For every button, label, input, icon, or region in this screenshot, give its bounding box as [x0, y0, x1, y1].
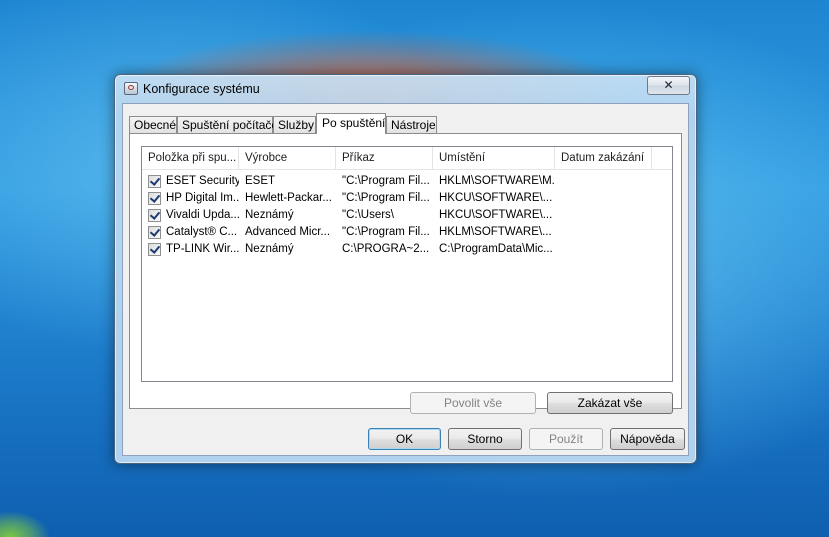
tab-services[interactable]: Služby: [273, 116, 316, 133]
item-vendor: Hewlett-Packar...: [245, 192, 332, 204]
item-vendor: ESET: [245, 175, 276, 187]
item-name: HP Digital Im...: [166, 192, 239, 204]
title-bar[interactable]: Konfigurace systému ✕: [115, 75, 696, 103]
item-vendor: Neznámý: [245, 209, 294, 221]
ok-button[interactable]: OK: [368, 428, 441, 450]
enable-all-button[interactable]: Povolit vše: [410, 392, 536, 414]
startup-items-list[interactable]: Položka při spu... Výrobce Příkaz Umístě…: [141, 146, 673, 382]
item-location: HKLM\SOFTWARE\...: [439, 226, 552, 238]
list-item[interactable]: Vivaldi Upda... Neznámý "C:\Users\ HKCU\…: [142, 207, 672, 224]
item-name: Vivaldi Upda...: [166, 209, 239, 221]
disable-all-button[interactable]: Zakázat vše: [547, 392, 673, 414]
item-command: "C:\Program Fil...: [342, 192, 430, 204]
column-header-item[interactable]: Položka při spu...: [142, 147, 239, 169]
list-item[interactable]: HP Digital Im... Hewlett-Packar... "C:\P…: [142, 190, 672, 207]
item-command: C:\PROGRA~2...: [342, 243, 430, 255]
item-location: HKCU\SOFTWARE\...: [439, 192, 553, 204]
column-header-location[interactable]: Umístění: [433, 147, 555, 169]
item-command: "C:\Program Fil...: [342, 226, 430, 238]
help-button[interactable]: Nápověda: [610, 428, 685, 450]
tab-general[interactable]: Obecné: [129, 116, 177, 133]
tab-tools[interactable]: Nástroje: [386, 116, 437, 133]
item-name: ESET Security: [166, 175, 239, 187]
cancel-button[interactable]: Storno: [448, 428, 522, 450]
item-location: HKCU\SOFTWARE\...: [439, 209, 553, 221]
close-icon: ✕: [663, 78, 674, 92]
tab-startup[interactable]: Po spuštění: [316, 113, 386, 134]
item-vendor: Advanced Micr...: [245, 226, 331, 238]
desktop-wallpaper-accent: [0, 497, 60, 537]
item-vendor: Neznámý: [245, 243, 294, 255]
dialog-client-area: Obecné Spuštění počítače Služby Po spušt…: [122, 103, 689, 456]
item-command: "C:\Program Fil...: [342, 175, 430, 187]
list-item[interactable]: Catalyst® C... Advanced Micr... "C:\Prog…: [142, 224, 672, 241]
list-item[interactable]: TP-LINK Wir... Neznámý C:\PROGRA~2... C:…: [142, 241, 672, 258]
window-title: Konfigurace systému: [143, 82, 260, 96]
item-name: TP-LINK Wir...: [166, 243, 239, 255]
column-header-command[interactable]: Příkaz: [336, 147, 433, 169]
list-item[interactable]: ESET Security ESET "C:\Program Fil... HK…: [142, 173, 672, 190]
item-location: HKLM\SOFTWARE\M...: [439, 175, 555, 187]
column-header-vendor[interactable]: Výrobce: [239, 147, 336, 169]
item-command: "C:\Users\: [342, 209, 395, 221]
close-button[interactable]: ✕: [647, 76, 690, 95]
item-name: Catalyst® C...: [166, 226, 238, 238]
startup-tab-panel: Položka při spu... Výrobce Příkaz Umístě…: [129, 133, 682, 414]
column-header-disabled-date[interactable]: Datum zakázání: [555, 147, 652, 169]
list-header: Položka při spu... Výrobce Příkaz Umístě…: [142, 147, 672, 170]
msconfig-icon: [124, 82, 138, 95]
tab-boot[interactable]: Spuštění počítače: [177, 116, 278, 133]
item-location: C:\ProgramData\Mic...: [439, 243, 553, 255]
apply-button[interactable]: Použít: [529, 428, 603, 450]
msconfig-window: Konfigurace systému ✕ Obecné Spuštění po…: [114, 74, 697, 464]
